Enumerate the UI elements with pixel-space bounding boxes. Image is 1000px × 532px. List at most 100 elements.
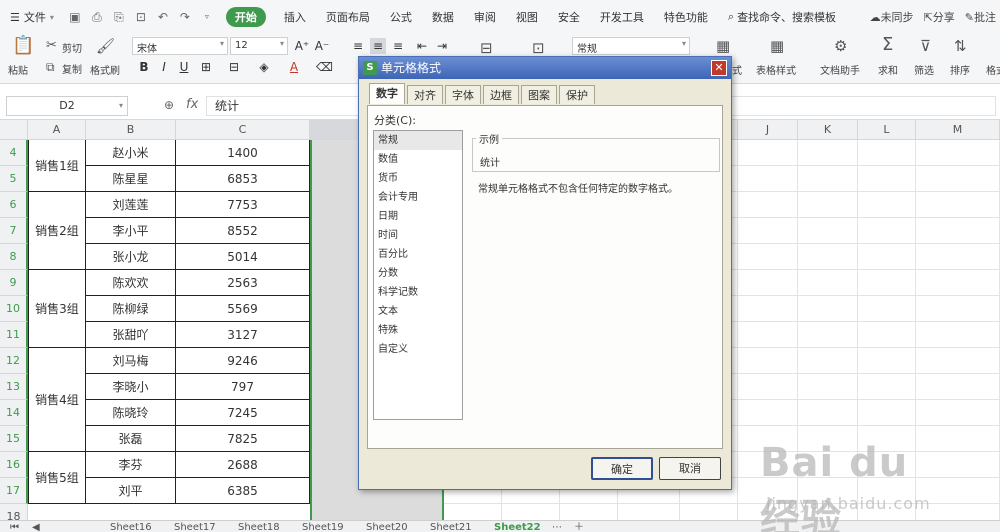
- sum-icon[interactable]: Σ: [882, 36, 893, 54]
- redo-icon[interactable]: ↷: [178, 10, 192, 24]
- cut-button[interactable]: 剪切: [62, 40, 82, 55]
- copy-button[interactable]: 复制: [62, 61, 82, 76]
- row-header[interactable]: 14: [0, 400, 28, 426]
- select-all-corner[interactable]: [0, 120, 28, 140]
- category-item[interactable]: 时间: [374, 226, 462, 245]
- name-cell[interactable]: 赵小米: [86, 140, 176, 166]
- value-cell[interactable]: 5014: [176, 244, 310, 270]
- copy-icon[interactable]: ⧉: [46, 59, 55, 75]
- category-item[interactable]: 特殊: [374, 321, 462, 340]
- decrease-font-icon[interactable]: A⁻: [314, 38, 330, 54]
- table-style-icon[interactable]: ▦: [770, 38, 784, 54]
- dialog-tab-4[interactable]: 边框: [483, 85, 519, 104]
- increase-font-icon[interactable]: A⁺: [294, 38, 310, 54]
- merge-icon[interactable]: ⊟: [226, 59, 242, 75]
- print-preview-icon[interactable]: ⊡: [134, 10, 148, 24]
- menu-tab-9[interactable]: 开发工具: [590, 9, 654, 25]
- value-cell[interactable]: 1400: [176, 140, 310, 166]
- menu-tab-4[interactable]: 公式: [380, 9, 422, 25]
- row-header[interactable]: 12: [0, 348, 28, 374]
- fx-icon[interactable]: fx: [186, 97, 198, 112]
- name-cell[interactable]: 刘马梅: [86, 348, 176, 374]
- row-header[interactable]: 11: [0, 322, 28, 348]
- column-header-b[interactable]: B: [86, 120, 176, 140]
- add-sheet-icon[interactable]: ＋: [574, 523, 584, 532]
- export-icon[interactable]: ⎙: [90, 10, 104, 24]
- zoom-icon[interactable]: ⊕: [164, 98, 174, 112]
- category-item[interactable]: 数值: [374, 150, 462, 169]
- menu-tab-6[interactable]: 审阅: [464, 9, 506, 25]
- print-icon[interactable]: ⎘: [112, 10, 126, 24]
- close-icon[interactable]: ✕: [711, 60, 727, 76]
- clear-format-icon[interactable]: ⌫: [316, 59, 333, 75]
- menu-tab-5[interactable]: 数据: [422, 9, 464, 25]
- format-button[interactable]: 格式: [986, 62, 1000, 77]
- prev-sheet-icon[interactable]: ◀: [32, 523, 40, 532]
- number-format-select[interactable]: 常规 ▾: [572, 37, 690, 55]
- value-cell[interactable]: 7245: [176, 400, 310, 426]
- value-cell[interactable]: 5569: [176, 296, 310, 322]
- name-cell[interactable]: 李晓小: [86, 374, 176, 400]
- menu-tab-3[interactable]: 页面布局: [316, 9, 380, 25]
- row-header[interactable]: 15: [0, 426, 28, 452]
- wrap-text-icon[interactable]: ⊡: [532, 40, 545, 56]
- dialog-tab-6[interactable]: 保护: [559, 85, 595, 104]
- file-menu[interactable]: ☰ 文件 ▾: [0, 9, 64, 25]
- save-icon[interactable]: ▣: [68, 10, 82, 24]
- paste-button[interactable]: 粘贴: [8, 62, 28, 77]
- row-header[interactable]: 9: [0, 270, 28, 296]
- name-cell[interactable]: 陈晓玲: [86, 400, 176, 426]
- row-header[interactable]: 10: [0, 296, 28, 322]
- value-cell[interactable]: 797: [176, 374, 310, 400]
- name-cell[interactable]: 刘莲莲: [86, 192, 176, 218]
- name-cell[interactable]: 张磊: [86, 426, 176, 452]
- name-cell[interactable]: 张小龙: [86, 244, 176, 270]
- row-header[interactable]: 8: [0, 244, 28, 270]
- border-icon[interactable]: ⊞: [198, 59, 214, 75]
- sheet-tab-sheet21[interactable]: Sheet21: [430, 523, 472, 532]
- category-list[interactable]: 常规 数值 货币 会计专用 日期 时间 百分比 分数 科学记数 文本 特殊 自定义: [373, 130, 463, 420]
- category-item[interactable]: 自定义: [374, 340, 462, 359]
- dialog-tab-1[interactable]: 数字: [369, 83, 405, 104]
- value-cell[interactable]: 9246: [176, 348, 310, 374]
- doc-assistant-icon[interactable]: ⚙: [834, 38, 847, 54]
- row-header[interactable]: 16: [0, 452, 28, 478]
- value-cell[interactable]: 3127: [176, 322, 310, 348]
- category-item[interactable]: 百分比: [374, 245, 462, 264]
- value-cell[interactable]: 2688: [176, 452, 310, 478]
- sync-status[interactable]: ☁未同步: [870, 9, 914, 25]
- bold-icon[interactable]: B: [136, 59, 152, 75]
- name-cell[interactable]: 陈柳绿: [86, 296, 176, 322]
- quick-access-dropdown-icon[interactable]: ▿: [200, 10, 214, 24]
- row-header[interactable]: 4: [0, 140, 28, 166]
- filter-button[interactable]: 筛选: [914, 62, 934, 77]
- underline-icon[interactable]: U: [176, 59, 192, 75]
- paste-icon[interactable]: 📋: [12, 37, 34, 55]
- italic-icon[interactable]: I: [156, 59, 172, 75]
- group-cell[interactable]: 销售3组: [28, 270, 86, 348]
- cut-icon[interactable]: ✂: [46, 38, 57, 54]
- sort-icon[interactable]: ⇅: [954, 38, 967, 54]
- sheet-tab-sheet18[interactable]: Sheet18: [238, 523, 280, 532]
- value-cell[interactable]: 8552: [176, 218, 310, 244]
- more-sheets-icon[interactable]: ⋯: [552, 523, 562, 532]
- category-item[interactable]: 文本: [374, 302, 462, 321]
- comment-button[interactable]: ✎批注: [965, 9, 996, 25]
- sheet-tab-sheet17[interactable]: Sheet17: [174, 523, 216, 532]
- format-painter-button[interactable]: 格式刷: [90, 62, 120, 77]
- name-cell[interactable]: 李小平: [86, 218, 176, 244]
- menu-tab-10[interactable]: 特色功能: [654, 9, 718, 25]
- value-cell[interactable]: 2563: [176, 270, 310, 296]
- column-header-j[interactable]: J: [738, 120, 798, 140]
- menu-tab-7[interactable]: 视图: [506, 9, 548, 25]
- row-header[interactable]: 6: [0, 192, 28, 218]
- align-bottom-icon[interactable]: ≡: [390, 38, 406, 54]
- menu-tab-8[interactable]: 安全: [548, 9, 590, 25]
- row-header[interactable]: 13: [0, 374, 28, 400]
- first-sheet-icon[interactable]: ⏮: [10, 523, 19, 532]
- undo-icon[interactable]: ↶: [156, 10, 170, 24]
- fill-color-icon[interactable]: ◈: [256, 59, 272, 75]
- conditional-format-icon[interactable]: ▦: [716, 38, 730, 54]
- category-item[interactable]: 常规: [374, 131, 462, 150]
- share-button[interactable]: ⇱分享: [924, 9, 955, 25]
